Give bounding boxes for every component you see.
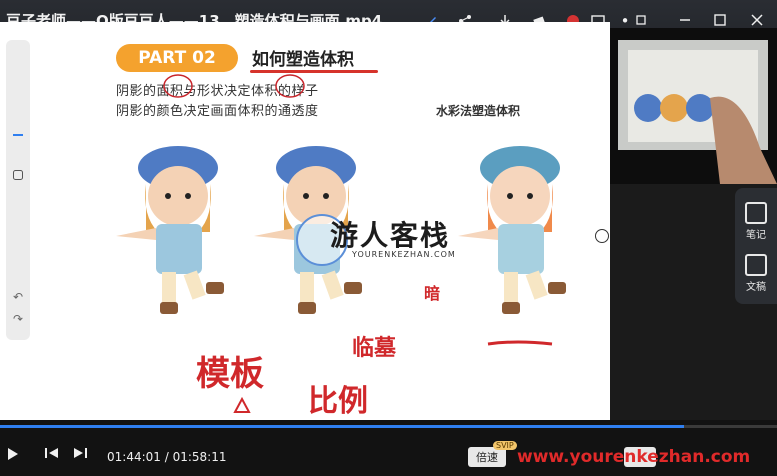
progress-fill [0, 425, 684, 428]
right-dock: 笔记 文稿 [735, 188, 777, 304]
notes-button[interactable]: 笔记 [735, 202, 777, 241]
undo-icon[interactable]: ↶ [11, 290, 25, 304]
handwriting-dash [487, 340, 553, 346]
slide-heading: 如何塑造体积 [252, 50, 354, 70]
watercolor-label: 水彩法塑造体积 [436, 104, 521, 118]
handwriting-template: 模板 [196, 354, 264, 394]
canvas-cursor-icon [595, 229, 609, 243]
slider-handle-icon[interactable] [11, 128, 25, 142]
draft-label: 文稿 [746, 282, 766, 293]
watermark-text: 游人客栈 [330, 219, 451, 252]
webcam-feed [610, 28, 777, 184]
svip-badge: SVIP [493, 441, 517, 450]
drawing-toolbar: ↶ ↷ [6, 40, 30, 340]
notes-label: 笔记 [746, 230, 766, 241]
handwriting-dark: 暗 [424, 284, 441, 303]
time-display: 01:44:01 / 01:58:11 [107, 450, 227, 464]
chibi-figure-1 [116, 146, 224, 314]
progress-bar[interactable] [0, 425, 777, 428]
draft-button[interactable]: 文稿 [735, 254, 777, 293]
handwriting-ratio: 比例 [308, 384, 368, 419]
redo-icon[interactable]: ↷ [11, 312, 25, 326]
previous-button[interactable] [44, 446, 60, 460]
play-button[interactable] [6, 446, 20, 462]
handwriting-triangle [233, 396, 251, 413]
next-button[interactable] [72, 446, 88, 460]
speed-button[interactable]: 倍速 [468, 447, 506, 467]
shape-icon[interactable] [11, 168, 25, 182]
watermark-subtext: YOURENKEZHAN.COM [352, 250, 456, 259]
notes-icon [745, 202, 767, 224]
site-watermark: www.yourenkezhan.com [517, 447, 751, 467]
draft-icon [745, 254, 767, 276]
annotation-circles [163, 74, 305, 98]
chibi-figure-watercolor [458, 146, 566, 314]
handwriting-copy: 临墓 [352, 335, 397, 361]
